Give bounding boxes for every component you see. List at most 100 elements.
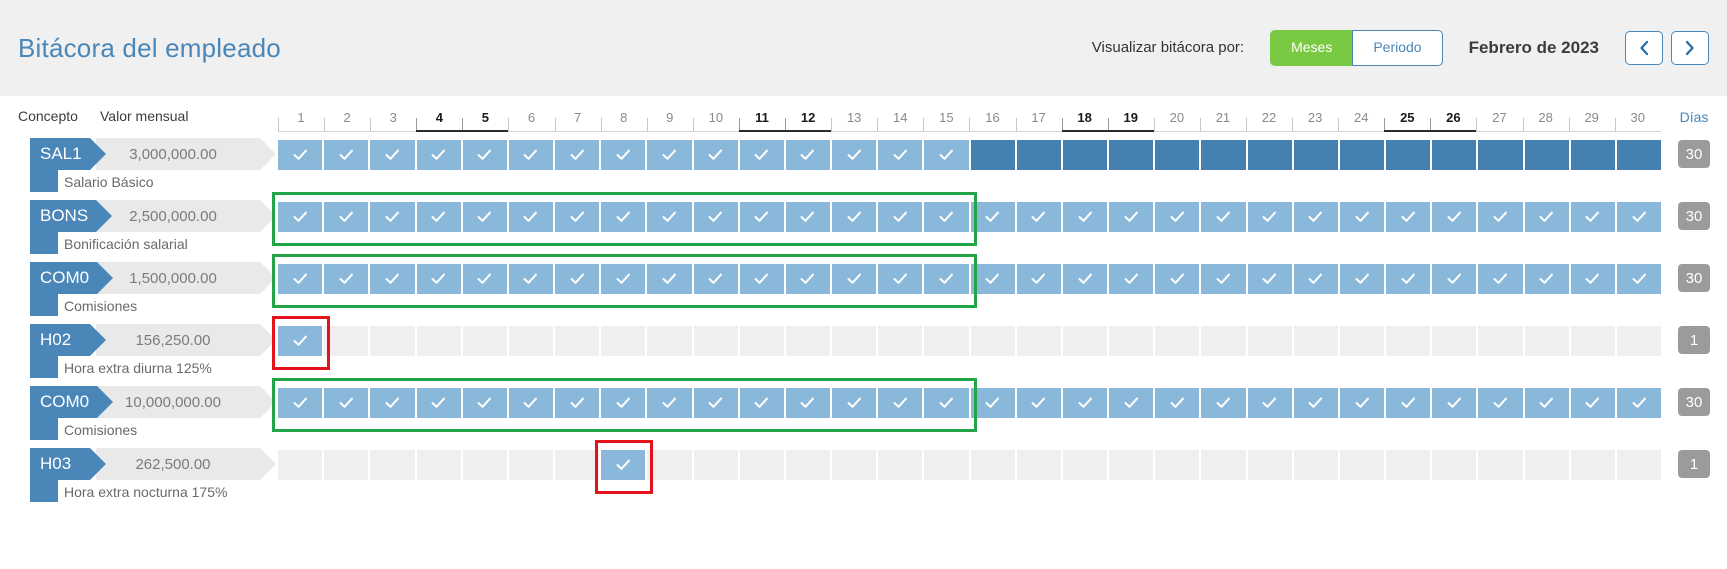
- day-header-27[interactable]: 27: [1476, 110, 1523, 132]
- day-cell-22[interactable]: [1247, 326, 1294, 356]
- day-cell-28[interactable]: [1524, 450, 1571, 480]
- day-cell-16[interactable]: [970, 388, 1017, 418]
- day-cell-12[interactable]: [785, 450, 833, 480]
- day-cell-30[interactable]: [1616, 326, 1662, 356]
- day-header-4[interactable]: 4: [416, 110, 463, 132]
- day-header-21[interactable]: 21: [1199, 110, 1247, 132]
- day-cell-8[interactable]: [601, 326, 648, 356]
- day-header-5[interactable]: 5: [462, 110, 509, 132]
- day-header-6[interactable]: 6: [508, 110, 555, 132]
- day-cell-11[interactable]: [739, 450, 786, 480]
- day-cell-30[interactable]: [1616, 140, 1662, 170]
- day-cell-21[interactable]: [1201, 450, 1248, 480]
- day-cell-18[interactable]: [1062, 202, 1110, 232]
- previous-period-button[interactable]: [1625, 30, 1663, 65]
- day-cell-10[interactable]: [693, 388, 740, 418]
- day-cell-6[interactable]: [508, 264, 556, 294]
- day-cell-5[interactable]: [462, 264, 509, 294]
- day-cell-17[interactable]: [1016, 140, 1063, 170]
- day-cell-28[interactable]: [1524, 388, 1571, 418]
- day-cell-23[interactable]: [1293, 326, 1340, 356]
- day-cell-2[interactable]: [324, 202, 371, 232]
- day-cell-25[interactable]: [1386, 326, 1433, 356]
- day-cell-10[interactable]: [693, 326, 740, 356]
- day-cell-10[interactable]: [693, 450, 740, 480]
- day-header-9[interactable]: 9: [646, 110, 693, 132]
- day-cell-27[interactable]: [1478, 326, 1525, 356]
- day-cell-12[interactable]: [785, 388, 833, 418]
- day-cell-24[interactable]: [1339, 140, 1387, 170]
- day-cell-8[interactable]: [601, 450, 648, 480]
- day-cell-1[interactable]: [278, 202, 325, 232]
- day-cell-11[interactable]: [739, 140, 786, 170]
- day-cell-23[interactable]: [1293, 140, 1340, 170]
- day-cell-29[interactable]: [1570, 264, 1617, 294]
- day-cell-4[interactable]: [416, 388, 463, 418]
- day-cell-13[interactable]: [832, 326, 879, 356]
- day-cell-9[interactable]: [647, 450, 694, 480]
- day-header-14[interactable]: 14: [877, 110, 924, 132]
- day-cell-13[interactable]: [832, 450, 879, 480]
- day-cell-17[interactable]: [1016, 450, 1063, 480]
- day-cell-4[interactable]: [416, 140, 463, 170]
- day-cell-5[interactable]: [462, 202, 509, 232]
- day-cell-21[interactable]: [1201, 388, 1248, 418]
- day-cell-3[interactable]: [370, 202, 417, 232]
- day-cell-29[interactable]: [1570, 450, 1617, 480]
- day-cell-6[interactable]: [508, 388, 556, 418]
- day-cell-23[interactable]: [1293, 202, 1340, 232]
- day-cell-21[interactable]: [1201, 202, 1248, 232]
- day-cell-18[interactable]: [1062, 140, 1110, 170]
- day-cell-11[interactable]: [739, 202, 786, 232]
- day-cell-2[interactable]: [324, 140, 371, 170]
- day-cell-22[interactable]: [1247, 388, 1294, 418]
- day-cell-8[interactable]: [601, 140, 648, 170]
- day-cell-2[interactable]: [324, 264, 371, 294]
- day-cell-1[interactable]: [278, 450, 325, 480]
- day-cell-27[interactable]: [1478, 388, 1525, 418]
- day-cell-21[interactable]: [1201, 140, 1248, 170]
- day-cell-12[interactable]: [785, 264, 833, 294]
- day-cell-27[interactable]: [1478, 202, 1525, 232]
- day-cell-14[interactable]: [878, 140, 925, 170]
- day-cell-6[interactable]: [508, 202, 556, 232]
- day-cell-9[interactable]: [647, 202, 694, 232]
- day-header-16[interactable]: 16: [969, 110, 1016, 132]
- day-cell-20[interactable]: [1155, 264, 1202, 294]
- day-cell-1[interactable]: [278, 264, 325, 294]
- day-header-10[interactable]: 10: [692, 110, 740, 132]
- next-period-button[interactable]: [1671, 30, 1709, 65]
- day-cell-13[interactable]: [832, 388, 879, 418]
- day-cell-5[interactable]: [462, 140, 509, 170]
- day-cell-21[interactable]: [1201, 264, 1248, 294]
- day-cell-22[interactable]: [1247, 140, 1294, 170]
- day-cell-30[interactable]: [1616, 450, 1662, 480]
- day-cell-3[interactable]: [370, 388, 417, 418]
- day-header-23[interactable]: 23: [1292, 110, 1339, 132]
- day-cell-19[interactable]: [1109, 326, 1156, 356]
- day-cell-20[interactable]: [1155, 450, 1202, 480]
- day-header-7[interactable]: 7: [554, 110, 601, 132]
- day-cell-22[interactable]: [1247, 450, 1294, 480]
- day-cell-18[interactable]: [1062, 264, 1110, 294]
- day-cell-11[interactable]: [739, 326, 786, 356]
- day-cell-14[interactable]: [878, 202, 925, 232]
- day-cell-6[interactable]: [508, 450, 556, 480]
- day-cell-23[interactable]: [1293, 450, 1340, 480]
- day-cell-29[interactable]: [1570, 326, 1617, 356]
- day-header-8[interactable]: 8: [600, 110, 647, 132]
- day-cell-5[interactable]: [462, 388, 509, 418]
- day-header-29[interactable]: 29: [1568, 110, 1615, 132]
- day-header-15[interactable]: 15: [923, 110, 970, 132]
- day-cell-24[interactable]: [1339, 264, 1387, 294]
- day-cell-1[interactable]: [278, 326, 325, 356]
- day-cell-10[interactable]: [693, 264, 740, 294]
- day-cell-7[interactable]: [555, 202, 602, 232]
- day-cell-28[interactable]: [1524, 202, 1571, 232]
- day-cell-30[interactable]: [1616, 264, 1662, 294]
- day-cell-9[interactable]: [647, 140, 694, 170]
- day-cell-25[interactable]: [1386, 388, 1433, 418]
- day-cell-16[interactable]: [970, 326, 1017, 356]
- day-cell-15[interactable]: [924, 326, 971, 356]
- day-cell-3[interactable]: [370, 264, 417, 294]
